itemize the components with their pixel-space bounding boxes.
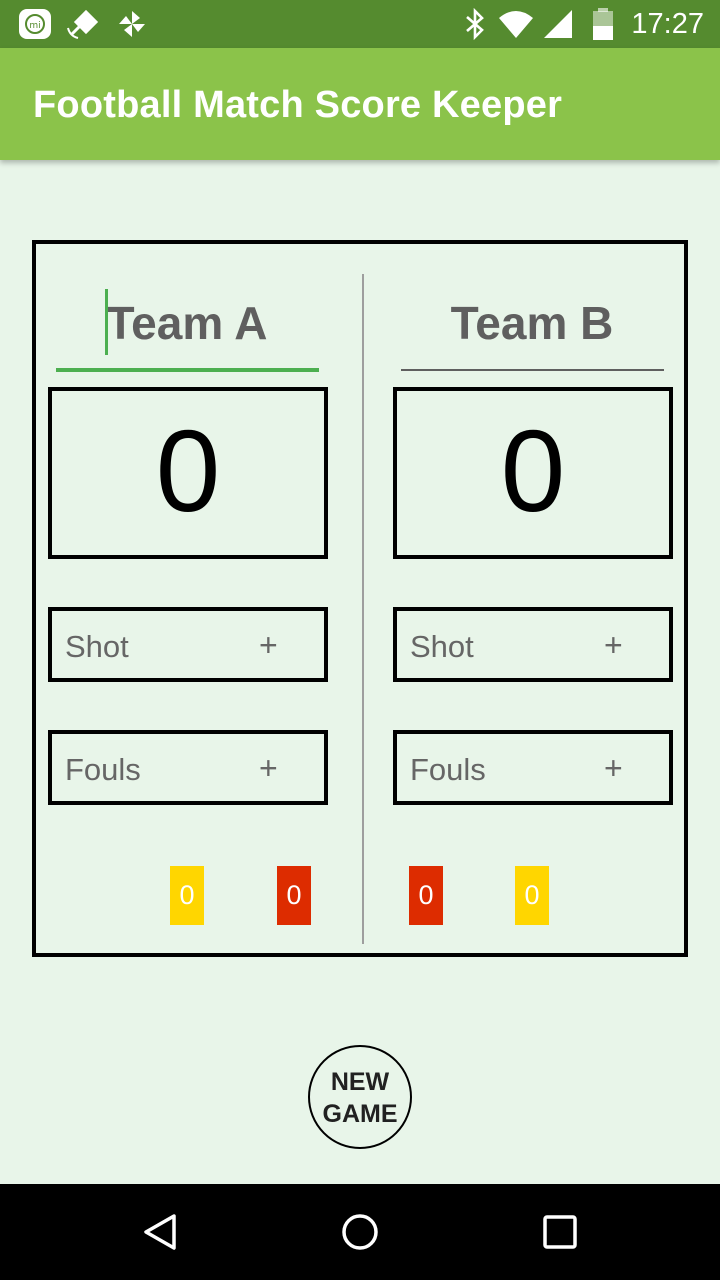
team-a-shot-button[interactable]: Shot + xyxy=(48,607,328,682)
app-title: Football Match Score Keeper xyxy=(33,84,563,126)
svg-text:mi: mi xyxy=(29,21,40,31)
recents-icon[interactable] xyxy=(540,1212,580,1252)
home-icon[interactable] xyxy=(340,1212,380,1252)
app-bar: Football Match Score Keeper xyxy=(0,48,720,160)
navigation-bar xyxy=(0,1184,720,1280)
team-a-fouls-button[interactable]: Fouls + xyxy=(48,730,328,805)
text-cursor xyxy=(105,289,108,355)
fouls-label: Fouls xyxy=(410,752,486,787)
battery-icon xyxy=(592,8,614,45)
signal-icon xyxy=(542,8,574,45)
team-b-red-card[interactable]: 0 xyxy=(409,866,443,925)
back-icon[interactable] xyxy=(140,1212,180,1252)
wifi-icon xyxy=(498,8,534,45)
shot-label: Shot xyxy=(410,629,474,664)
team-divider xyxy=(362,274,364,944)
plus-icon: + xyxy=(259,750,278,786)
status-time: 17:27 xyxy=(631,8,704,40)
plus-icon: + xyxy=(259,627,278,663)
team-b-fouls-button[interactable]: Fouls + xyxy=(393,730,673,805)
scoreboard: Team A 0 Shot + Fouls + 0 0 Team B 0 Sho… xyxy=(32,240,688,957)
team-a-yellow-card[interactable]: 0 xyxy=(170,866,204,925)
plus-icon: + xyxy=(604,750,623,786)
team-b-name-input[interactable]: Team B xyxy=(401,296,663,360)
new-game-label-line2: GAME xyxy=(322,1100,398,1128)
fouls-label: Fouls xyxy=(65,752,141,787)
pinwheel-icon xyxy=(116,8,148,45)
status-bar: mi 17:27 xyxy=(0,0,720,48)
team-b-score: 0 xyxy=(393,387,673,559)
team-b-shot-button[interactable]: Shot + xyxy=(393,607,673,682)
new-game-label-line1: NEW xyxy=(330,1068,390,1096)
team-a-name-underline xyxy=(56,368,319,372)
satellite-icon xyxy=(66,8,102,45)
mi-app-icon: mi xyxy=(18,8,52,45)
team-a-name-input[interactable]: Team A xyxy=(56,296,318,360)
new-game-button[interactable]: NEW GAME xyxy=(308,1045,412,1149)
bluetooth-icon xyxy=(464,7,486,45)
team-a-red-card[interactable]: 0 xyxy=(277,866,311,925)
team-b-yellow-card[interactable]: 0 xyxy=(515,866,549,925)
team-b-name-underline xyxy=(401,369,664,371)
team-a-score: 0 xyxy=(48,387,328,559)
plus-icon: + xyxy=(604,627,623,663)
shot-label: Shot xyxy=(65,629,129,664)
